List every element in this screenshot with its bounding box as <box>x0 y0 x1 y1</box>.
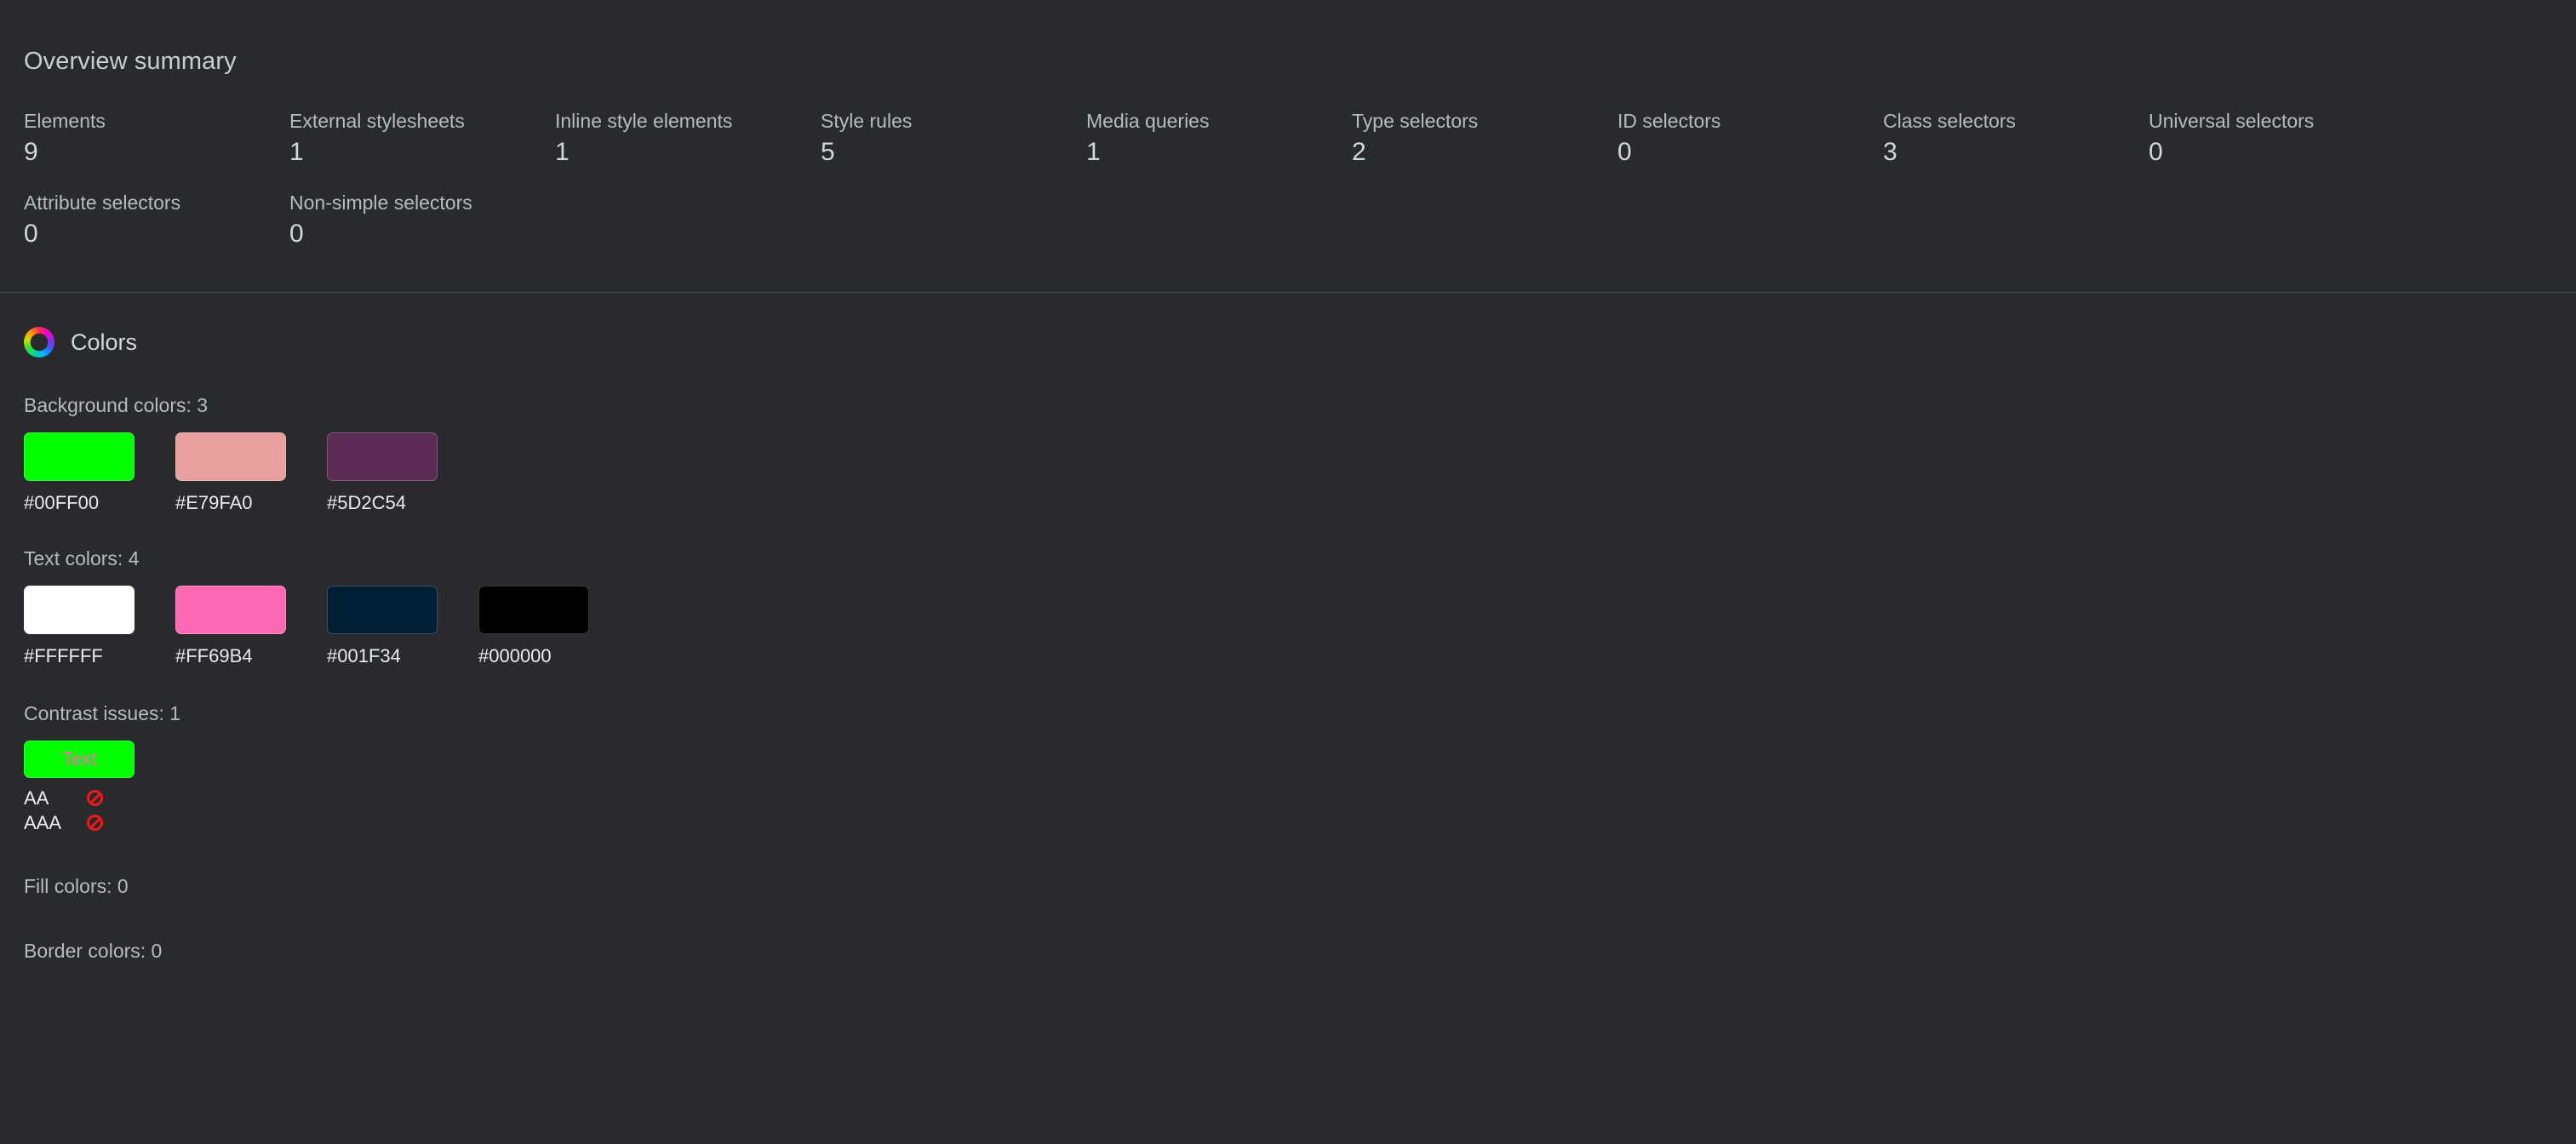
stat-value: 0 <box>1617 138 1632 166</box>
stat-label: Non-simple selectors <box>289 192 472 214</box>
swatch-code: #FF69B4 <box>175 645 253 666</box>
deny-icon <box>87 790 103 806</box>
text-colors-label: Text colors: 4 <box>24 547 140 569</box>
stat-universal-selectors: Universal selectors 0 <box>2149 108 2414 169</box>
swatch-code: #001F34 <box>327 645 401 666</box>
stat-value: 1 <box>555 138 570 166</box>
stat-label: Media queries <box>1086 110 1210 132</box>
fill-colors-group: Fill colors: 0 <box>24 874 2576 898</box>
border-colors-group: Border colors: 0 <box>24 939 2576 963</box>
stat-label: Style rules <box>821 110 913 132</box>
swatch-item[interactable]: #5D2C54 <box>327 432 438 514</box>
stat-label: Elements <box>24 110 106 132</box>
stat-value: 5 <box>821 138 835 166</box>
fill-colors-label: Fill colors: 0 <box>24 875 129 897</box>
overview-stats-grid: Elements 9 External stylesheets 1 Inline… <box>24 108 2569 272</box>
swatch-item[interactable]: #001F34 <box>327 586 438 667</box>
stat-elements: Elements 9 <box>24 108 289 169</box>
color-swatch[interactable] <box>327 432 438 481</box>
contrast-level-aaa: AAA <box>24 810 135 835</box>
stat-value: 0 <box>289 220 304 248</box>
contrast-sample-swatch[interactable]: Text <box>24 741 135 778</box>
stat-media-queries: Media queries 1 <box>1086 108 1352 169</box>
stat-value: 0 <box>2149 138 2163 166</box>
stat-label: ID selectors <box>1617 110 1721 132</box>
text-colors-group: Text colors: 4 #FFFFFF #FF69B4 #001F34 #… <box>24 546 2576 667</box>
colors-section-title: Colors <box>71 329 138 355</box>
swatch-code: #E79FA0 <box>175 492 253 513</box>
stat-value: 2 <box>1352 138 1366 166</box>
contrast-issues-label: Contrast issues: 1 <box>24 702 181 724</box>
contrast-level-label: AAA <box>24 812 62 833</box>
border-colors-label: Border colors: 0 <box>24 940 163 962</box>
page-root: Overview summary Elements 9 External sty… <box>0 0 2576 1144</box>
contrast-level-label: AA <box>24 787 49 809</box>
color-swatch[interactable] <box>175 586 286 634</box>
overview-summary-section: Overview summary Elements 9 External sty… <box>0 0 2576 272</box>
swatch-code: #00FF00 <box>24 492 100 513</box>
text-swatch-row: #FFFFFF #FF69B4 #001F34 #000000 <box>24 586 2576 667</box>
color-swatch[interactable] <box>478 586 589 634</box>
stat-label: Class selectors <box>1883 110 2016 132</box>
stat-label: Inline style elements <box>555 110 733 132</box>
swatch-code: #5D2C54 <box>327 492 406 513</box>
swatch-item[interactable]: #000000 <box>478 586 589 667</box>
swatch-item[interactable]: #FF69B4 <box>175 586 286 667</box>
stat-type-selectors: Type selectors 2 <box>1352 108 1617 169</box>
stat-label: Universal selectors <box>2149 110 2315 132</box>
deny-icon <box>87 815 103 831</box>
stat-value: 1 <box>1086 138 1101 166</box>
colors-section: Colors Background colors: 3 #00FF00 #E79… <box>0 293 2576 963</box>
stat-inline-style-elements: Inline style elements 1 <box>555 108 821 169</box>
contrast-levels: AA AAA <box>24 786 135 835</box>
stat-id-selectors: ID selectors 0 <box>1617 108 1883 169</box>
color-wheel-icon <box>24 327 54 358</box>
stat-non-simple-selectors: Non-simple selectors 0 <box>289 190 555 251</box>
stat-class-selectors: Class selectors 3 <box>1883 108 2149 169</box>
colors-section-header: Colors <box>24 323 2576 361</box>
color-swatch[interactable] <box>24 586 135 634</box>
stat-label: External stylesheets <box>289 110 465 132</box>
stat-value: 1 <box>289 138 304 166</box>
swatch-item[interactable]: #E79FA0 <box>175 432 286 514</box>
color-swatch[interactable] <box>175 432 286 481</box>
stat-attribute-selectors: Attribute selectors 0 <box>24 190 289 251</box>
stat-label: Type selectors <box>1352 110 1479 132</box>
color-swatch[interactable] <box>24 432 135 481</box>
stat-style-rules: Style rules 5 <box>821 108 1086 169</box>
contrast-level-aa: AA <box>24 786 135 810</box>
stat-value: 9 <box>24 138 38 166</box>
stat-value: 0 <box>24 220 38 248</box>
contrast-sample-text: Text <box>61 748 97 769</box>
stat-external-stylesheets: External stylesheets 1 <box>289 108 555 169</box>
contrast-issues-group: Contrast issues: 1 Text AA AAA <box>24 701 2576 835</box>
swatch-item[interactable]: #00FF00 <box>24 432 135 514</box>
page-title: Overview summary <box>24 48 237 75</box>
contrast-issue-item[interactable]: Text AA AAA <box>24 741 135 835</box>
swatch-code: #000000 <box>478 645 552 666</box>
stat-label: Attribute selectors <box>24 192 181 214</box>
background-swatch-row: #00FF00 #E79FA0 #5D2C54 <box>24 432 2576 514</box>
color-swatch[interactable] <box>327 586 438 634</box>
background-colors-label: Background colors: 3 <box>24 394 209 416</box>
background-colors-group: Background colors: 3 #00FF00 #E79FA0 #5D… <box>24 393 2576 514</box>
stat-value: 3 <box>1883 138 1898 166</box>
swatch-item[interactable]: #FFFFFF <box>24 586 135 667</box>
swatch-code: #FFFFFF <box>24 645 103 666</box>
